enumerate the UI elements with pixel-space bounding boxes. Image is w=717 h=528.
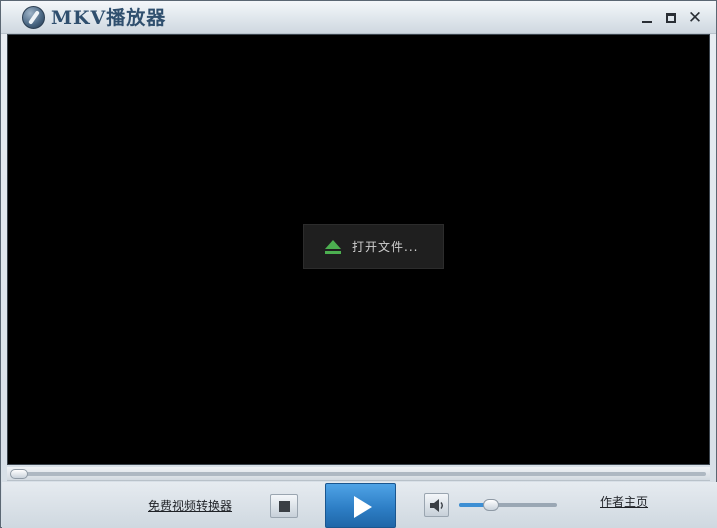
stop-icon xyxy=(279,501,290,512)
close-icon: ✕ xyxy=(687,8,703,28)
seek-bar[interactable] xyxy=(7,467,710,481)
volume-button[interactable] xyxy=(424,493,449,517)
author-homepage-link[interactable]: 作者主页 xyxy=(600,494,648,510)
control-bar: 免费视频转换器 作者主页 xyxy=(2,482,717,528)
volume-slider[interactable] xyxy=(459,499,557,511)
close-button[interactable]: ✕ xyxy=(684,7,706,29)
volume-thumb[interactable] xyxy=(483,499,499,511)
free-video-converter-link[interactable]: 免费视频转换器 xyxy=(148,498,232,514)
player-window: MKV播放器 ✕ 打开文件... 免费视频转换器 作者主页 xyxy=(0,0,717,528)
seek-thumb[interactable] xyxy=(10,469,28,479)
speaker-icon xyxy=(430,499,443,512)
app-title: MKV播放器 xyxy=(51,7,167,29)
maximize-button[interactable] xyxy=(660,7,682,29)
seek-track[interactable] xyxy=(11,472,706,476)
eject-icon xyxy=(325,240,341,254)
title-bar[interactable]: MKV播放器 ✕ xyxy=(1,1,716,34)
minimize-button[interactable] xyxy=(636,7,658,29)
open-file-label: 打开文件... xyxy=(352,240,419,254)
play-icon xyxy=(354,496,372,518)
open-file-button[interactable]: 打开文件... xyxy=(303,224,444,269)
minimize-icon xyxy=(642,21,652,23)
play-button[interactable] xyxy=(325,483,396,528)
stop-button[interactable] xyxy=(270,494,298,518)
app-logo-icon xyxy=(22,6,45,29)
maximize-icon xyxy=(666,13,676,23)
video-area[interactable]: 打开文件... xyxy=(7,34,710,465)
